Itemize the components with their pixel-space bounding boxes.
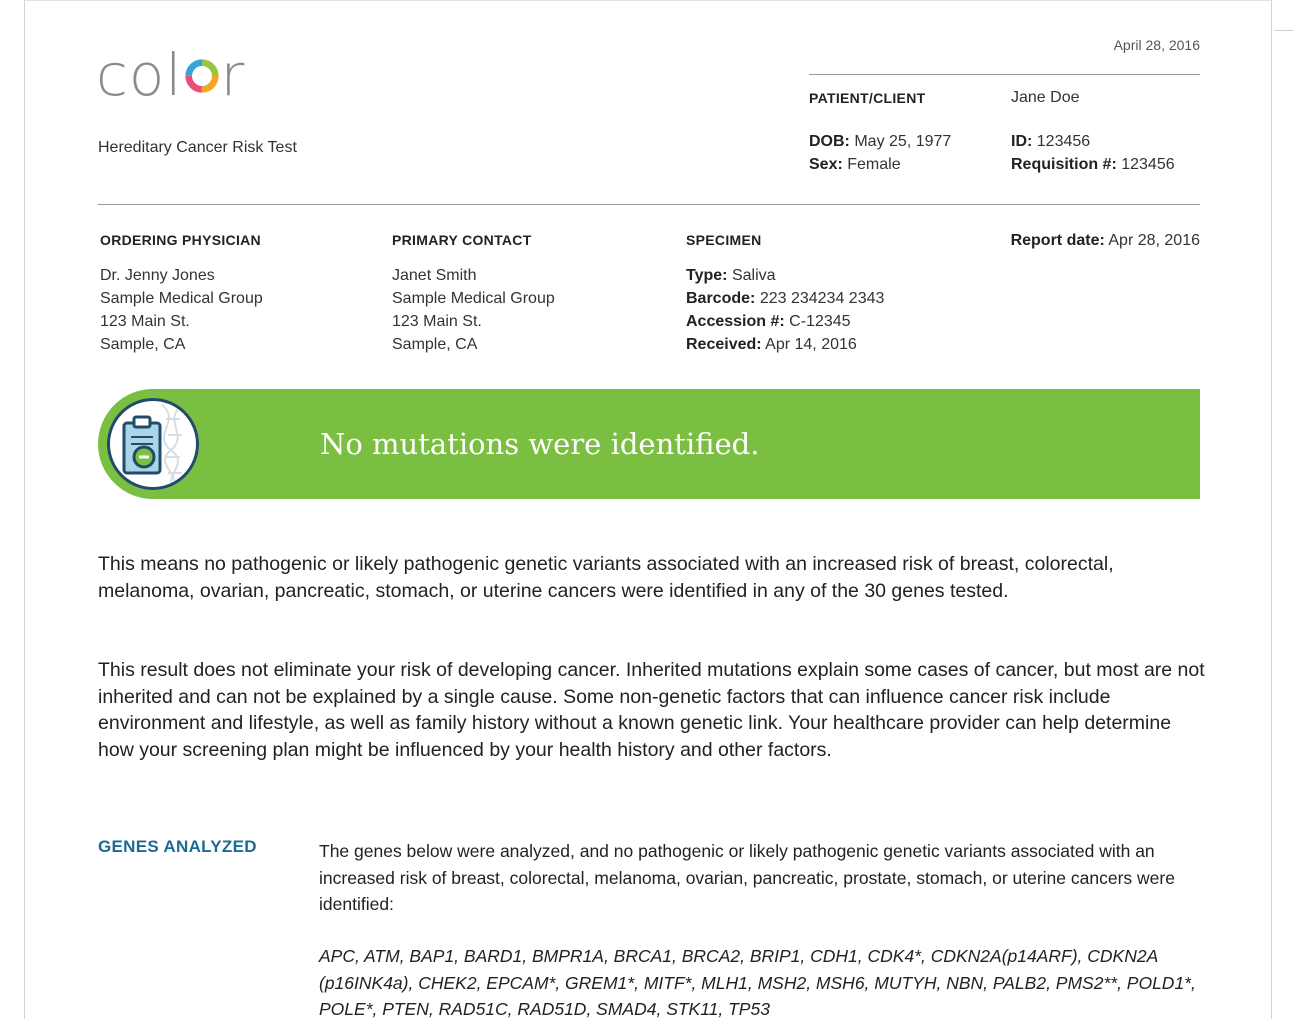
clipboard-minus-icon <box>107 398 199 490</box>
test-name: Hereditary Cancer Risk Test <box>98 139 297 156</box>
report-date: Report date: Apr 28, 2016 <box>1011 229 1200 252</box>
received-label: Received: <box>686 336 762 353</box>
accession-value: C-12345 <box>789 313 851 330</box>
result-explanation: This means no pathogenic or likely patho… <box>98 553 1114 602</box>
divider <box>98 204 1200 205</box>
risk-disclaimer: This result does not eliminate your risk… <box>98 659 1205 761</box>
ordering-physician-label: ORDERING PHYSICIAN <box>100 232 261 248</box>
genes-list: APC, ATM, BAP1, BARD1, BMPR1A, BRCA1, BR… <box>319 946 1196 1019</box>
physician-line: Sample, CA <box>100 336 186 353</box>
genes-analyzed-label: GENES ANALYZED <box>98 837 257 856</box>
report-date-value: Apr 28, 2016 <box>1108 232 1200 249</box>
dob-label: DOB: <box>809 133 850 150</box>
barcode-value: 223 234234 2343 <box>759 290 885 307</box>
patient-name: Jane Doe <box>1011 89 1080 106</box>
sex-value: Female <box>847 156 901 173</box>
contact-line: 123 Main St. <box>392 313 482 330</box>
contact-line: Sample Medical Group <box>392 290 555 307</box>
contact-line: Janet Smith <box>392 267 477 284</box>
specimen-label: SPECIMEN <box>686 232 762 248</box>
received-value: Apr 14, 2016 <box>765 336 857 353</box>
requisition-value: 123456 <box>1121 156 1175 173</box>
report-header-date: April 28, 2016 <box>1113 37 1200 53</box>
physician-line: Dr. Jenny Jones <box>100 267 215 284</box>
logo-o-ring-icon <box>184 59 219 93</box>
result-banner: No mutations were identified. <box>98 389 1200 499</box>
sex-label: Sex: <box>809 156 843 173</box>
primary-contact-block: Janet Smith Sample Medical Group 123 Mai… <box>392 264 555 356</box>
patient-dob-sex: DOB: May 25, 1977 Sex: Female <box>809 130 951 176</box>
primary-contact-label: PRIMARY CONTACT <box>392 232 532 248</box>
result-headline: No mutations were identified. <box>320 427 760 461</box>
genes-intro: The genes below were analyzed, and no pa… <box>319 841 1175 914</box>
ordering-physician-block: Dr. Jenny Jones Sample Medical Group 123… <box>100 264 263 356</box>
id-value: 123456 <box>1036 133 1091 150</box>
physician-line: Sample Medical Group <box>100 290 263 307</box>
patient-ids: ID: 123456 Requisition #: 123456 <box>1011 130 1175 176</box>
specimen-block: Type: Saliva Barcode: 223 234234 2343 Ac… <box>686 264 884 356</box>
requisition-label: Requisition #: <box>1011 156 1117 173</box>
page-edge <box>1274 30 1293 31</box>
accession-label: Accession #: <box>686 313 785 330</box>
color-logo: col r <box>96 41 246 109</box>
physician-line: 123 Main St. <box>100 313 190 330</box>
id-label: ID: <box>1011 133 1033 150</box>
report-date-label: Report date: <box>1010 232 1105 249</box>
specimen-type: Saliva <box>731 267 776 284</box>
dob-value: May 25, 1977 <box>854 133 952 150</box>
contact-line: Sample, CA <box>392 336 478 353</box>
specimen-type-label: Type: <box>686 267 728 284</box>
divider <box>809 74 1200 75</box>
barcode-label: Barcode: <box>686 290 756 307</box>
result-badge <box>98 389 208 499</box>
patient-section-label: PATIENT/CLIENT <box>809 90 926 106</box>
